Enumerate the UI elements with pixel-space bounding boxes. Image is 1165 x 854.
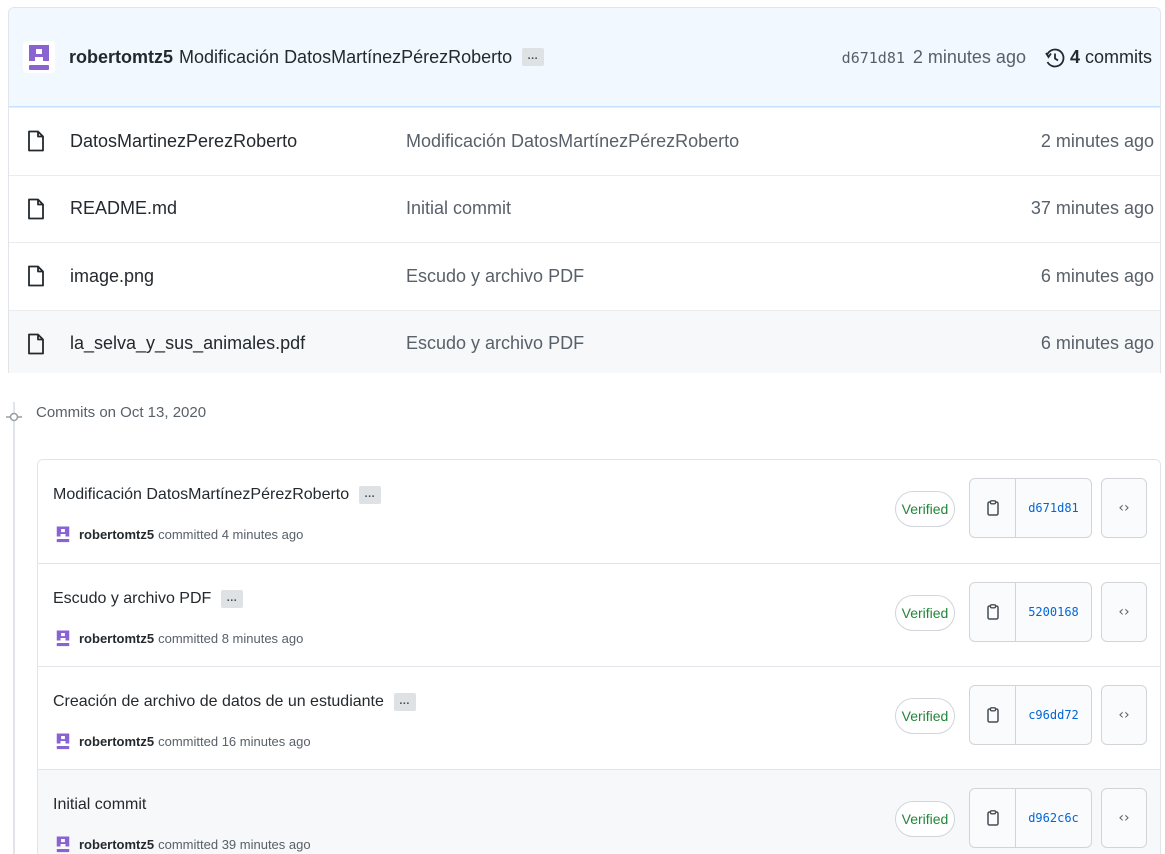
sha-button-group: 5200168 [969, 582, 1092, 642]
expand-message-button[interactable]: … [393, 693, 416, 711]
file-age: 2 minutes ago [1040, 130, 1154, 151]
code-icon: ‹› [1118, 707, 1130, 723]
latest-commit-sha[interactable]: d671d81 [842, 49, 905, 67]
code-icon: ‹› [1118, 604, 1130, 620]
commit-meta: robertomtz5 committed 4 minutes ago [53, 524, 303, 544]
commit-node-icon [6, 412, 22, 422]
file-row[interactable]: DatosMartinezPerezRoberto Modificación D… [9, 107, 1160, 175]
copy-sha-button[interactable] [970, 583, 1016, 641]
commit-title-wrap: Modificación DatosMartínezPérezRoberto … [53, 486, 382, 504]
avatar-icon[interactable] [23, 41, 55, 73]
expand-message-button[interactable]: … [359, 486, 382, 504]
browse-repo-button[interactable]: ‹› [1101, 478, 1147, 538]
clipboard-icon [986, 810, 999, 826]
commit-author[interactable]: robertomtz5 [79, 527, 154, 542]
commit-title[interactable]: Creación de archivo de datos de un estud… [53, 693, 384, 710]
commit-item: Creación de archivo de datos de un estud… [38, 666, 1160, 769]
commit-sha-link[interactable]: d671d81 [1016, 479, 1091, 537]
file-commit-message[interactable]: Escudo y archivo PDF [406, 266, 584, 287]
verified-badge[interactable]: Verified [895, 491, 955, 527]
history-icon [1045, 48, 1065, 67]
browse-repo-button[interactable]: ‹› [1101, 582, 1147, 642]
browse-repo-button[interactable]: ‹› [1101, 788, 1147, 848]
sha-button-group: c96dd72 [969, 685, 1092, 745]
commit-list: Modificación DatosMartínezPérezRoberto… … [37, 459, 1161, 854]
latest-commit-message[interactable]: Modificación DatosMartínezPérezRoberto [179, 47, 512, 68]
sha-button-group: d962c6c [969, 788, 1092, 848]
commit-item: Escudo y archivo PDF … robertomtz5 commit… [38, 563, 1160, 666]
commit-title-wrap: Escudo y archivo PDF … [53, 590, 244, 608]
file-name[interactable]: image.png [70, 266, 154, 287]
file-icon [28, 130, 44, 152]
copy-sha-button[interactable] [970, 686, 1016, 744]
avatar-icon[interactable] [53, 524, 73, 544]
clipboard-icon [986, 604, 999, 620]
latest-commit-author[interactable]: robertomtz5 [69, 47, 173, 68]
clipboard-icon [986, 707, 999, 723]
commit-title-wrap: Initial commit [53, 796, 146, 814]
sha-button-group: d671d81 [969, 478, 1092, 538]
file-icon [28, 198, 44, 220]
file-row[interactable]: README.md Initial commit 37 minutes ago [9, 174, 1160, 243]
browse-repo-button[interactable]: ‹› [1101, 685, 1147, 745]
file-icon [28, 333, 44, 355]
copy-sha-button[interactable] [970, 789, 1016, 847]
file-row[interactable]: la_selva_y_sus_animales.pdf Escudo y arc… [9, 309, 1160, 373]
commit-title[interactable]: Modificación DatosMartínezPérezRoberto [53, 486, 349, 503]
file-commit-message[interactable]: Modificación DatosMartínezPérezRoberto [406, 131, 739, 152]
commit-time: committed 39 minutes ago [158, 836, 311, 852]
commit-title[interactable]: Initial commit [53, 796, 146, 813]
commit-meta: robertomtz5 committed 8 minutes ago [53, 628, 303, 648]
latest-commit-time: 2 minutes ago [912, 47, 1026, 67]
commit-item: Initial commit robertomtz5 committed 39 … [38, 769, 1160, 854]
commit-time: committed 8 minutes ago [158, 630, 304, 646]
commit-sha-link[interactable]: 5200168 [1016, 583, 1091, 641]
clipboard-icon [986, 500, 999, 516]
verified-badge[interactable]: Verified [895, 801, 955, 837]
commit-item: Modificación DatosMartínezPérezRoberto… … [38, 460, 1160, 563]
expand-message-button[interactable]: … [221, 590, 244, 608]
commit-author[interactable]: robertomtz5 [79, 837, 154, 852]
avatar-icon[interactable] [53, 834, 73, 854]
commit-time: committed 16 minutes ago [158, 733, 311, 749]
file-name[interactable]: README.md [70, 198, 177, 219]
timeline-line [13, 402, 15, 854]
commits-date-heading: Commits on Oct 13, 2020 [36, 404, 207, 421]
verified-badge[interactable]: Verified [895, 595, 955, 631]
expand-message-button[interactable]: … [522, 48, 545, 66]
commit-time: committed 4 minutes ago [158, 526, 304, 542]
commit-sha-link[interactable]: d962c6c [1016, 789, 1091, 847]
commit-count: 4 [1069, 47, 1080, 67]
commit-sha-link[interactable]: c96dd72 [1016, 686, 1091, 744]
verified-badge[interactable]: Verified [895, 698, 955, 734]
file-icon [28, 265, 44, 287]
avatar-icon[interactable] [53, 628, 73, 648]
file-commit-message[interactable]: Escudo y archivo PDF [406, 333, 584, 354]
code-icon: ‹› [1118, 500, 1130, 516]
file-browser: robertomtz5 Modificación DatosMartínezPé… [8, 7, 1161, 373]
commit-title-wrap: Creación de archivo de datos de un estud… [53, 693, 416, 711]
file-age: 6 minutes ago [1040, 265, 1154, 286]
copy-sha-button[interactable] [970, 479, 1016, 537]
avatar-icon[interactable] [53, 731, 73, 751]
latest-commit-bar: robertomtz5 Modificación DatosMartínezPé… [9, 8, 1160, 107]
file-commit-message[interactable]: Initial commit [406, 198, 511, 219]
commit-author[interactable]: robertomtz5 [79, 734, 154, 749]
commit-meta: robertomtz5 committed 39 minutes ago [53, 834, 311, 854]
file-age: 6 minutes ago [1040, 333, 1154, 354]
commit-count-link[interactable]: 4 commits [1070, 47, 1152, 68]
file-name[interactable]: la_selva_y_sus_animales.pdf [70, 333, 305, 354]
code-icon: ‹› [1118, 810, 1130, 826]
commit-count-label: commits [1085, 47, 1152, 67]
file-name[interactable]: DatosMartinezPerezRoberto [70, 131, 297, 152]
commit-meta: robertomtz5 committed 16 minutes ago [53, 731, 311, 751]
file-age: 37 minutes ago [1030, 198, 1154, 219]
commit-author[interactable]: robertomtz5 [79, 631, 154, 646]
commit-title[interactable]: Escudo y archivo PDF [53, 590, 211, 607]
file-row[interactable]: image.png Escudo y archivo PDF 6 minutes… [9, 242, 1160, 310]
